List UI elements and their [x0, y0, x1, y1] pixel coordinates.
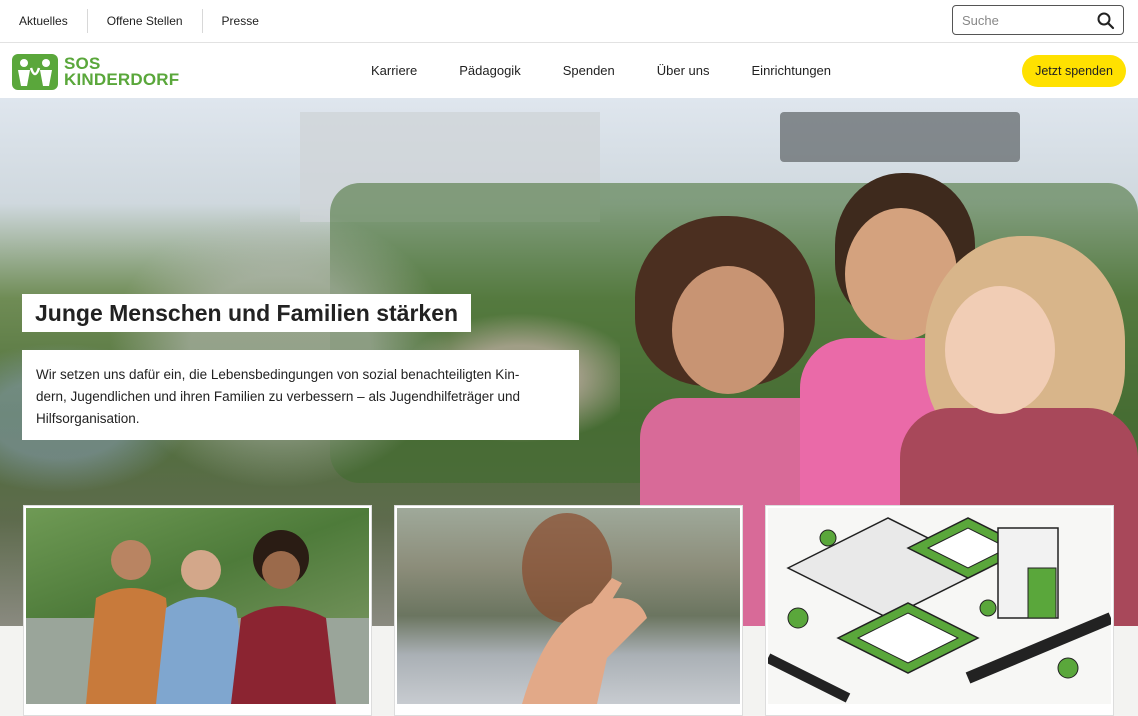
- link-aktuelles[interactable]: Aktuelles: [0, 9, 88, 33]
- nav-paedagogik[interactable]: Pädagogik: [438, 63, 541, 78]
- nav-karriere[interactable]: Karriere: [350, 63, 438, 78]
- search-box: [952, 5, 1124, 35]
- hero-text-line: Hilfsorganisation.: [36, 411, 140, 426]
- nav-einrichtungen[interactable]: Einrichtungen: [731, 63, 853, 78]
- teaser-card-illustration[interactable]: [765, 505, 1114, 716]
- logo[interactable]: SOS KINDERDORF: [12, 52, 197, 92]
- logo-line-kinderdorf: KINDERDORF: [64, 70, 180, 89]
- donate-button[interactable]: Jetzt spenden: [1022, 55, 1126, 87]
- teaser-image-isometric-city: [768, 508, 1111, 704]
- main-nav: Karriere Pädagogik Spenden Über uns Einr…: [350, 43, 852, 98]
- utility-links: Aktuelles Offene Stellen Presse: [0, 0, 278, 42]
- logo-wordmark: SOS KINDERDORF: [64, 55, 180, 89]
- search-icon[interactable]: [1095, 10, 1117, 32]
- utility-bar: Aktuelles Offene Stellen Presse: [0, 0, 1138, 43]
- child-1-face: [672, 266, 784, 394]
- hero-text: Wir setzen uns dafür ein, die Lebensbedi…: [22, 350, 579, 440]
- hero-text-line: dern, Jugendlichen und ihren Familien zu…: [36, 389, 521, 404]
- teaser-card-young-people[interactable]: [23, 505, 372, 716]
- link-offene-stellen[interactable]: Offene Stellen: [88, 9, 203, 33]
- sos-kinderdorf-logo-icon: [12, 54, 58, 90]
- teaser-image-helping-hand: [397, 508, 740, 704]
- teaser-image-young-people: [26, 508, 369, 704]
- main-header: SOS KINDERDORF Karriere Pädagogik Spende…: [0, 43, 1138, 98]
- hero-text-line: Wir setzen uns dafür ein, die Lebensbedi…: [36, 367, 520, 382]
- nav-ueber-uns[interactable]: Über uns: [636, 63, 731, 78]
- child-3-face: [945, 286, 1055, 414]
- search-input[interactable]: [962, 11, 1082, 29]
- nav-spenden[interactable]: Spenden: [542, 63, 636, 78]
- teaser-card-helping-hand[interactable]: [394, 505, 743, 716]
- hero-background-roof: [780, 112, 1020, 162]
- link-presse[interactable]: Presse: [203, 9, 278, 33]
- hero-title: Junge Menschen und Familien stärken: [22, 294, 472, 332]
